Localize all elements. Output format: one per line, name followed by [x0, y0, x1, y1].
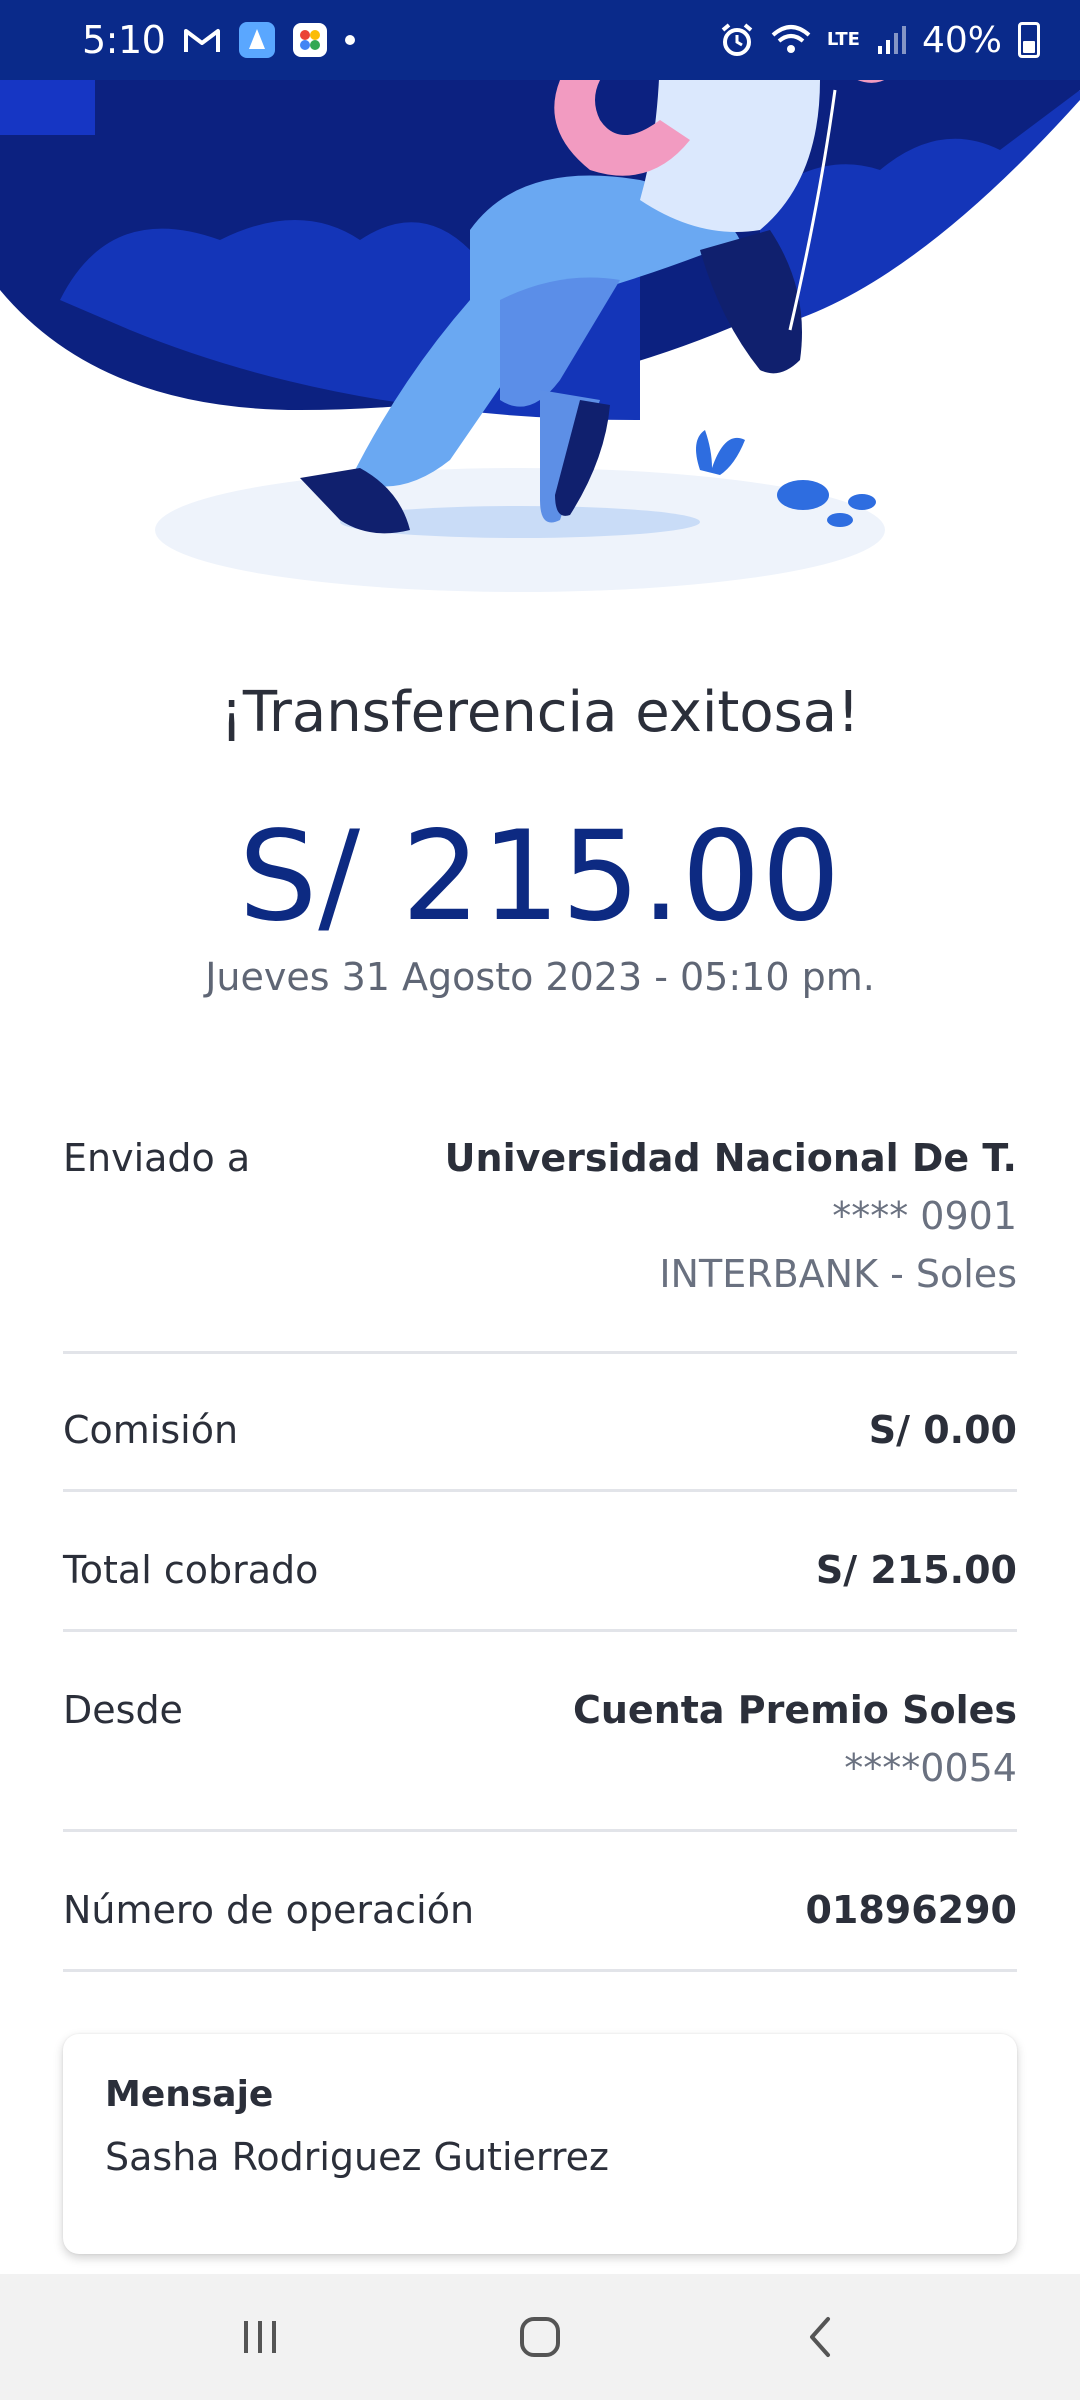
message-title: Mensaje [105, 2074, 274, 2115]
success-title: ¡Transferencia exitosa! [220, 680, 860, 745]
lte-label: LTE [826, 29, 860, 50]
status-bar: 5:10 LTE 40% [0, 0, 1080, 80]
commission-value: S/ 0.00 [868, 1408, 1017, 1452]
total-label: Total cobrado [63, 1548, 319, 1592]
transfer-details: Enviado a Universidad Nacional De T. ***… [63, 1110, 1017, 1972]
source-account-name: Cuenta Premio Soles [572, 1688, 1017, 1732]
recipient-name: Universidad Nacional De T. [444, 1136, 1017, 1180]
recipient-values: Universidad Nacional De T. **** 0901 INT… [445, 1136, 1017, 1296]
status-time: 5:10 [82, 18, 166, 62]
back-button[interactable] [780, 2297, 860, 2377]
source-account-number: ****0054 [844, 1746, 1017, 1790]
source-values: Cuenta Premio Soles ****0054 [573, 1688, 1017, 1790]
operation-label: Número de operación [63, 1888, 475, 1932]
detail-row-source: Desde Cuenta Premio Soles ****0054 [63, 1632, 1017, 1832]
lte-icon: LTE [827, 31, 860, 49]
app-icon [239, 22, 276, 58]
detail-row-recipient: Enviado a Universidad Nacional De T. ***… [63, 1110, 1017, 1354]
detail-row-operation: Número de operación 01896290 [63, 1832, 1017, 1972]
message-card: Mensaje Sasha Rodriguez Gutierrez [63, 2034, 1017, 2254]
transfer-amount: S/ 215.00 [238, 805, 842, 949]
battery-percent: 40% [921, 19, 1002, 61]
recent-apps-icon [244, 2321, 276, 2353]
photos-icon [293, 23, 328, 57]
home-button[interactable] [500, 2297, 580, 2377]
home-icon [520, 2317, 560, 2357]
recipient-label: Enviado a [63, 1136, 251, 1180]
alarm-icon [719, 22, 755, 58]
signal-icon [876, 24, 906, 56]
gmail-icon [183, 25, 221, 55]
battery-icon [1018, 22, 1040, 58]
back-icon [810, 2317, 830, 2357]
recipient-bank: INTERBANK - Soles [659, 1252, 1017, 1296]
success-illustration [0, 0, 1080, 620]
detail-row-total: Total cobrado S/ 215.00 [63, 1492, 1017, 1632]
recipient-account: **** 0901 [832, 1194, 1017, 1238]
wifi-icon [771, 23, 811, 57]
system-nav-bar [0, 2274, 1080, 2400]
transfer-datetime: Jueves 31 Agosto 2023 - 05:10 pm. [205, 955, 875, 999]
commission-label: Comisión [63, 1408, 239, 1452]
operation-number: 01896290 [805, 1888, 1017, 1932]
message-text: Sasha Rodriguez Gutierrez [105, 2135, 609, 2179]
notification-dot-icon [345, 35, 356, 45]
detail-row-commission: Comisión S/ 0.00 [63, 1354, 1017, 1492]
total-value: S/ 215.00 [815, 1548, 1017, 1592]
source-label: Desde [63, 1688, 183, 1732]
recent-apps-button[interactable] [220, 2297, 300, 2377]
